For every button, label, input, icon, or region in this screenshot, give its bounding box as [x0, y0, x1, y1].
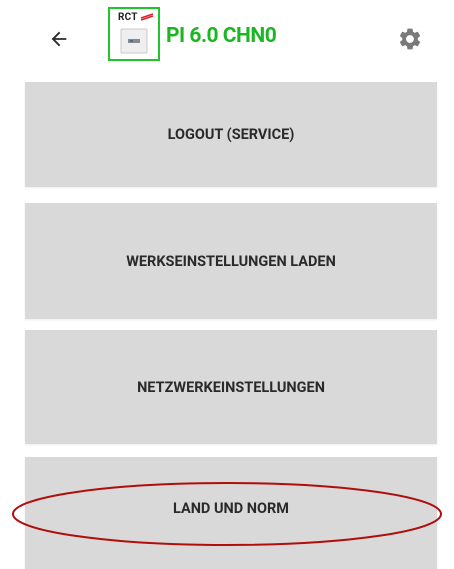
back-button[interactable] [42, 22, 76, 56]
load-factory-settings-button[interactable]: WERKSEINSTELLUNGEN LADEN [25, 203, 437, 319]
device-logo: RCT [108, 7, 160, 61]
logo-flag-icon [140, 13, 154, 21]
gear-icon [399, 28, 421, 50]
logout-service-button[interactable]: LOGOUT (SERVICE) [25, 82, 437, 187]
inverter-device-icon [120, 28, 148, 54]
logo-text: RCT [118, 12, 138, 23]
network-settings-button[interactable]: NETZWERKEINSTELLUNGEN [25, 330, 437, 444]
device-title: PI 6.0 CHN0 [166, 24, 277, 48]
app-header: RCT PI 6.0 CHN0 [0, 0, 454, 78]
country-and-standard-button[interactable]: LAND UND NORM [25, 457, 437, 569]
settings-button[interactable] [393, 22, 427, 56]
arrow-left-icon [51, 31, 67, 47]
